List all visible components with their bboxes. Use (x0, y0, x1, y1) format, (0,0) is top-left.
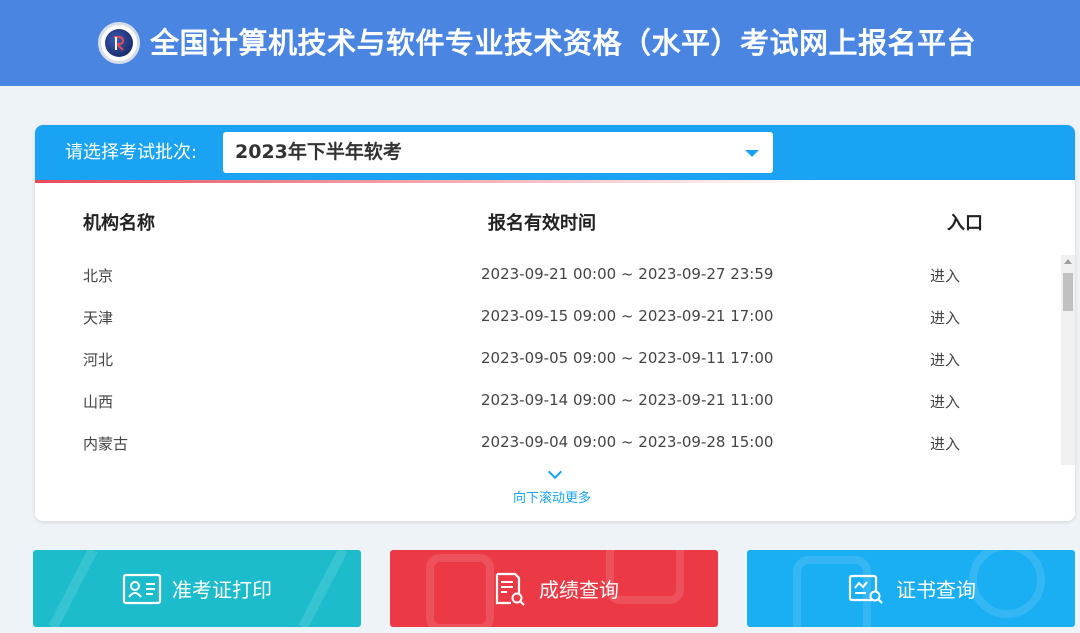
admission-ticket-print-label: 准考证打印 (172, 578, 272, 602)
org-name: 天津 (83, 309, 114, 327)
chevron-down-icon (547, 464, 563, 480)
table-row: 内蒙古 2023-09-04 09:00 ~ 2023-09-28 15:00 … (35, 423, 1055, 465)
logo-icon (98, 22, 140, 64)
certificate-search-icon (848, 574, 883, 604)
panel-header: 请选择考试批次: 2023年下半年软考 (35, 125, 1075, 180)
column-header-org: 机构名称 (83, 213, 155, 234)
chevron-down-icon (745, 150, 759, 157)
column-header-time: 报名有效时间 (488, 213, 596, 234)
scroll-more-text: 向下滚动更多 (512, 491, 591, 506)
column-header-entry: 入口 (947, 213, 983, 234)
batch-label: 请选择考试批次: (65, 142, 198, 163)
scroll-up-icon[interactable] (1064, 259, 1072, 264)
certificate-query-label: 证书查询 (896, 578, 976, 602)
enter-link[interactable]: 进入 (930, 433, 960, 454)
scroll-thumb[interactable] (1063, 273, 1073, 311)
batch-panel: 请选择考试批次: 2023年下半年软考 机构名称 报名有效时间 入口 北京 20… (35, 125, 1075, 521)
site-header: 全国计算机技术与软件专业技术资格（水平）考试网上报名平台 (0, 0, 1080, 86)
table-row: 天津 2023-09-15 09:00 ~ 2023-09-21 17:00 进… (35, 297, 1055, 339)
score-query-button[interactable]: 成绩查询 (390, 550, 718, 627)
document-search-icon (495, 572, 525, 606)
valid-time: 2023-09-14 09:00 ~ 2023-09-21 11:00 (481, 391, 774, 409)
list-scrollbar[interactable] (1061, 255, 1075, 465)
valid-time: 2023-09-21 00:00 ~ 2023-09-27 23:59 (481, 265, 774, 283)
org-name: 山西 (83, 393, 114, 411)
org-name: 河北 (83, 351, 114, 369)
enter-link[interactable]: 进入 (930, 265, 960, 286)
certificate-query-button[interactable]: 证书查询 (747, 550, 1075, 627)
id-card-icon (122, 573, 162, 604)
table-row: 山西 2023-09-14 09:00 ~ 2023-09-21 11:00 进… (35, 381, 1055, 423)
org-name: 北京 (83, 267, 114, 285)
valid-time: 2023-09-05 09:00 ~ 2023-09-11 17:00 (481, 349, 774, 367)
enter-link[interactable]: 进入 (930, 349, 960, 370)
valid-time: 2023-09-04 09:00 ~ 2023-09-28 15:00 (481, 433, 774, 451)
batch-selected-value: 2023年下半年软考 (235, 141, 402, 163)
table-row: 北京 2023-09-21 00:00 ~ 2023-09-27 23:59 进… (35, 255, 1055, 297)
table-row: 河北 2023-09-05 09:00 ~ 2023-09-11 17:00 进… (35, 339, 1055, 381)
valid-time: 2023-09-15 09:00 ~ 2023-09-21 17:00 (481, 307, 774, 325)
page-title: 全国计算机技术与软件专业技术资格（水平）考试网上报名平台 (150, 26, 977, 60)
enter-link[interactable]: 进入 (930, 307, 960, 328)
enter-link[interactable]: 进入 (930, 391, 960, 412)
header-divider (35, 180, 1075, 183)
org-name: 内蒙古 (83, 435, 129, 453)
batch-select[interactable]: 2023年下半年软考 (223, 132, 773, 173)
admission-ticket-print-button[interactable]: 准考证打印 (33, 550, 361, 627)
score-query-label: 成绩查询 (539, 578, 619, 602)
scroll-more-hint[interactable]: 向下滚动更多 (35, 464, 1075, 506)
